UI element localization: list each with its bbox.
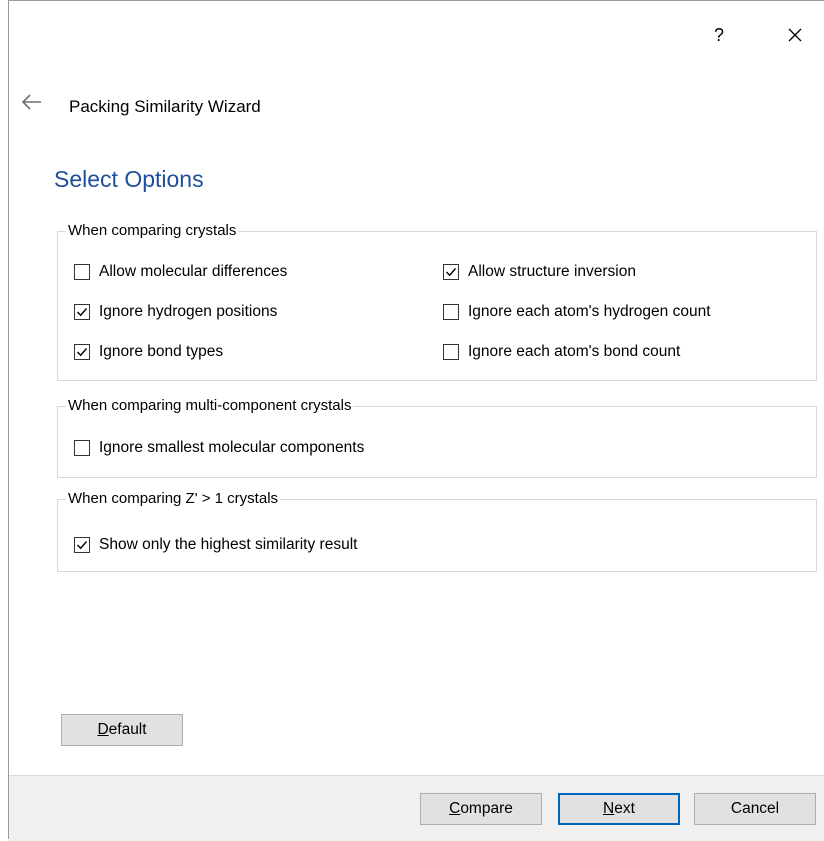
- checkmark-icon: [77, 308, 88, 317]
- checkbox-box[interactable]: [74, 304, 90, 320]
- next-label-rest: ext: [614, 800, 635, 817]
- cancel-button[interactable]: Cancel: [694, 793, 816, 825]
- footer-bar: Compare Next Cancel: [9, 775, 824, 841]
- cancel-label: Cancel: [730, 800, 780, 817]
- compare-label-rest: ompare: [460, 800, 513, 817]
- group-multi-component-crystals: When comparing multi-component crystals …: [57, 396, 817, 478]
- checkbox-box[interactable]: [74, 440, 90, 456]
- group-z-prime-crystals: When comparing Z' > 1 crystals Show only…: [57, 489, 817, 572]
- wizard-title: Packing Similarity Wizard: [69, 97, 261, 116]
- checkbox-show-highest-similarity[interactable]: Show only the highest similarity result: [74, 536, 357, 554]
- default-button[interactable]: Default: [61, 714, 183, 746]
- compare-mnemonic: C: [449, 800, 461, 817]
- checkbox-ignore-smallest-components[interactable]: Ignore smallest molecular components: [74, 439, 364, 457]
- close-icon: [788, 28, 802, 42]
- checkbox-label: Ignore bond types: [99, 343, 224, 360]
- default-mnemonic: D: [97, 721, 109, 738]
- checkmark-icon: [446, 268, 457, 277]
- compare-button[interactable]: Compare: [420, 793, 542, 825]
- group-legend: When comparing Z' > 1 crystals: [66, 489, 281, 509]
- wizard-window: ? Packing Similarity Wizard Select Optio…: [8, 0, 824, 841]
- next-mnemonic: N: [603, 800, 615, 817]
- group-comparing-crystals: When comparing crystals Allow molecular …: [57, 221, 817, 381]
- checkbox-label: Allow molecular differences: [99, 263, 288, 280]
- checkbox-box[interactable]: [443, 264, 459, 280]
- checkbox-label: Ignore each atom's bond count: [468, 343, 681, 360]
- checkbox-ignore-hydrogen-positions[interactable]: Ignore hydrogen positions: [74, 303, 277, 321]
- checkbox-box[interactable]: [74, 537, 90, 553]
- close-button[interactable]: [775, 15, 815, 55]
- next-button[interactable]: Next: [558, 793, 680, 825]
- checkbox-box[interactable]: [74, 344, 90, 360]
- help-button[interactable]: ?: [699, 15, 739, 55]
- checkbox-ignore-hydrogen-count[interactable]: Ignore each atom's hydrogen count: [443, 303, 711, 321]
- group-legend: When comparing crystals: [66, 221, 239, 241]
- checkbox-label: Allow structure inversion: [468, 263, 636, 280]
- help-label: ?: [713, 24, 724, 45]
- checkbox-label: Ignore each atom's hydrogen count: [468, 303, 711, 320]
- checkbox-box[interactable]: [443, 344, 459, 360]
- checkmark-icon: [77, 348, 88, 357]
- checkbox-label: Ignore hydrogen positions: [99, 303, 278, 320]
- checkbox-label: Show only the highest similarity result: [99, 536, 358, 553]
- checkbox-ignore-bond-types[interactable]: Ignore bond types: [74, 343, 223, 361]
- checkbox-box[interactable]: [74, 264, 90, 280]
- checkbox-box[interactable]: [443, 304, 459, 320]
- checkbox-label: Ignore smallest molecular components: [99, 439, 365, 456]
- page-heading: Select Options: [54, 166, 204, 192]
- back-arrow-icon: [21, 94, 41, 110]
- checkbox-allow-structure-inversion[interactable]: Allow structure inversion: [443, 263, 636, 281]
- checkbox-ignore-bond-count[interactable]: Ignore each atom's bond count: [443, 343, 680, 361]
- default-label-rest: efault: [108, 721, 147, 738]
- checkmark-icon: [77, 541, 88, 550]
- back-button[interactable]: [21, 91, 45, 113]
- checkbox-allow-molecular-differences[interactable]: Allow molecular differences: [74, 263, 287, 281]
- group-legend: When comparing multi-component crystals: [66, 396, 354, 416]
